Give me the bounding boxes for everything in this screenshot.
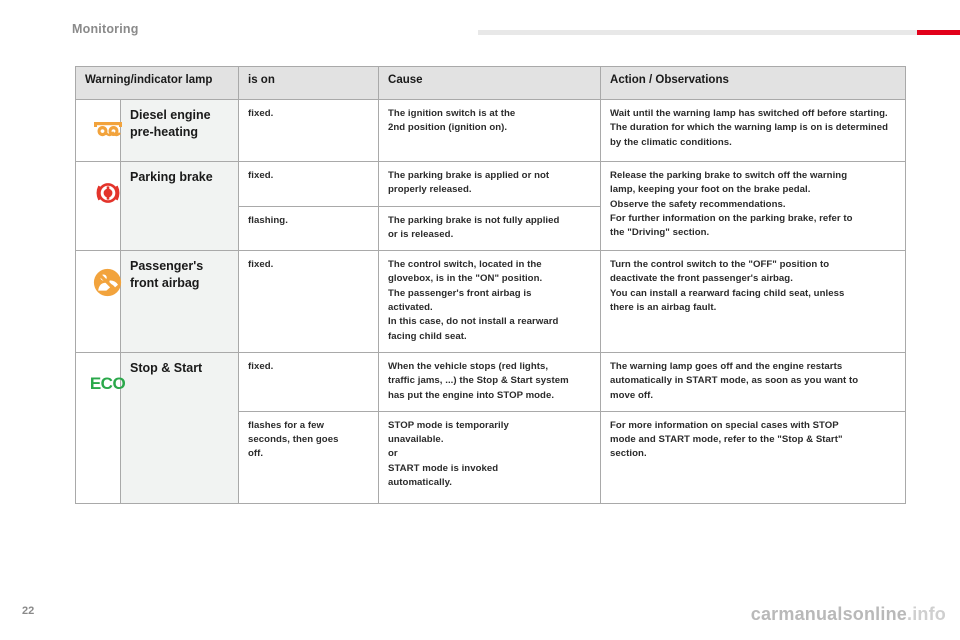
lamp-name-cell: Diesel engine pre-heating [119,99,240,162]
is-on-text: flashes for a few seconds, then goes off. [248,419,339,460]
lamp-name-line2: pre-heating [130,125,199,139]
page-number: 22 [22,605,35,617]
cause-cell: The parking brake is applied or not prope… [378,161,602,207]
warning-lamp-table-wrapper: Warning/indicator lamp is on Cause Actio… [74,66,907,504]
action-cell: The warning lamp goes off and the engine… [600,351,907,412]
lamp-icon-cell [75,99,122,162]
manual-page: Monitoring Warning/indicator lamp is on … [0,0,960,640]
parking-brake-icon [96,183,119,203]
glow-plug-preheating-icon [93,122,122,137]
lamp-icon-cell [75,160,121,252]
site-watermark: carmanualsonline.info [751,604,946,625]
cause-cell: The control switch, located in the gloveb… [378,250,602,353]
table-row: Passenger's front airbag fixed. The cont… [75,250,907,353]
header-rule-accent [917,30,960,35]
action-text: Turn the control switch to the "OFF" pos… [610,259,845,314]
cause-text: When the vehicle stops (red lights, traff… [388,360,569,401]
cause-text: The parking brake is applied or not prope… [388,170,550,196]
is-on-cell: flashes for a few seconds, then goes off. [238,410,380,504]
watermark-suffix: .info [907,604,946,624]
action-text: Release the parking brake to switch off … [610,170,853,239]
table-header: Warning/indicator lamp is on Cause Actio… [74,66,907,100]
header-rule [478,30,960,35]
cause-text: STOP mode is temporarily unavailable. or ST… [388,419,509,489]
is-on-text: fixed. [248,170,274,181]
action-text: For more information on special cases wi… [610,419,843,460]
table-header-row: Warning/indicator lamp is on Cause Actio… [74,66,907,100]
cause-cell: The ignition switch is at the 2nd positio… [378,99,602,162]
lamp-icon-cell: ECO [75,351,126,504]
column-header-cause: Cause [378,66,602,100]
action-cell: Wait until the warning lamp has switched… [600,99,907,162]
eco-stop-start-icon: ECO [89,374,126,394]
lamp-name-line2: front airbag [130,276,200,291]
cause-cell: The parking brake is not fully applied or… [378,205,602,252]
is-on-text: flashing. [248,214,288,226]
lamp-name-cell: Stop & Start [119,351,240,504]
cause-cell: STOP mode is temporarily unavailable. or ST… [378,410,602,504]
is-on-cell: flashing. [238,205,380,252]
table-row: Parking brake fixed. The parking brake i… [75,160,907,252]
action-cell: For more information on special cases wi… [600,410,907,504]
is-on-cell: fixed. [238,161,380,207]
table-row: Diesel engine pre-heating fixed. The ign… [75,99,907,162]
is-on-text: fixed. [248,360,274,372]
action-cell: Release the parking brake to switch off … [600,160,907,252]
column-header-action: Action / Observations [600,66,907,100]
page-header: Monitoring [0,0,960,44]
warning-lamp-table: Warning/indicator lamp is on Cause Actio… [74,66,907,504]
is-on-text: fixed. [248,259,274,271]
cause-cell: When the vehicle stops (red lights, traff… [378,351,602,412]
cause-text: The control switch, located in the gloveb… [388,259,559,342]
cause-text: The parking brake is not fully applied or… [388,214,560,240]
cause-text: The ignition switch is at the 2nd positio… [388,108,516,134]
watermark-main: carmanualsonline [750,604,907,624]
chapter-title: Monitoring [72,22,139,36]
column-header-lamp: Warning/indicator lamp [74,66,240,100]
lamp-icon-cell [75,250,122,353]
lamp-name-line1: Passenger's [130,259,204,274]
is-on-cell: fixed. [238,250,380,353]
lamp-name-cell: Passenger's front airbag [119,250,240,353]
column-header-is-on: is on [238,66,380,100]
is-on-cell: fixed. [238,351,380,412]
lamp-name-line1: Diesel engine [130,108,211,122]
action-text: The warning lamp goes off and the engine… [610,360,859,401]
lamp-name-line1: Parking brake [130,170,213,184]
lamp-name-line1: Stop & Start [130,360,203,375]
action-text: Wait until the warning lamp has switched… [610,108,889,148]
is-on-cell: fixed. [238,99,380,162]
passenger-airbag-off-icon [93,268,122,296]
table-body: Diesel engine pre-heating fixed. The ign… [75,99,907,504]
lamp-name-cell: Parking brake [119,160,240,252]
is-on-text: fixed. [248,108,274,119]
action-cell: Turn the control switch to the "OFF" pos… [600,250,907,353]
table-row: ECO Stop & Start fixed. When the vehicle… [75,351,907,504]
